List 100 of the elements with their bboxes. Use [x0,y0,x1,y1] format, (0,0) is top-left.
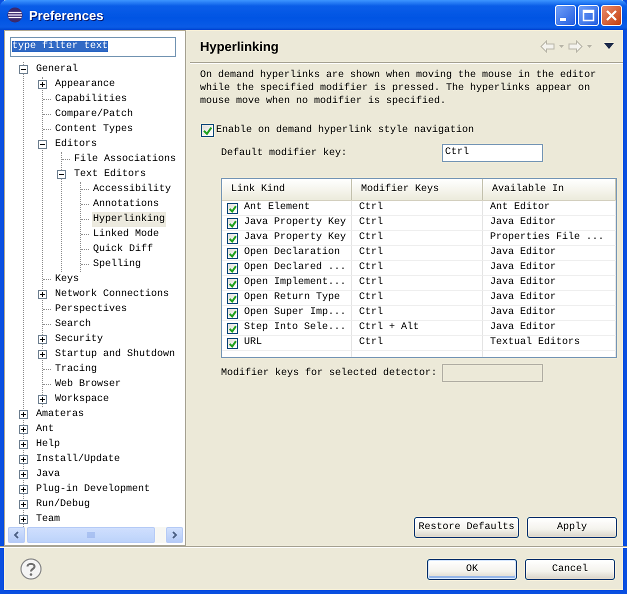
tree-item[interactable]: Startup and Shutdown [54,347,176,362]
table-cell: Open Implement... [244,276,346,290]
tree-item[interactable]: Perspectives [54,302,128,317]
dialog-button[interactable]: Restore Defaults [414,517,519,538]
table-cell: Ctrl [359,201,384,215]
tree-item[interactable]: Content Types [54,122,134,137]
minimize-button[interactable] [555,4,576,26]
tree-item[interactable]: Help [35,437,62,452]
checkbox[interactable] [227,262,238,274]
table-cell: Java Editor [490,261,556,275]
tree-item[interactable]: General [35,62,80,77]
tree-item[interactable]: Tracing [54,362,98,377]
table-cell: Ctrl [359,306,384,320]
description-text: On demand hyperlinks are shown when moving the mouse in the editor while the specified modifier is pressed. The hyperlinks appear on mouse move when no modifier is specified. [200,69,598,108]
table-cell: Java Property Key [244,231,346,245]
tree-item[interactable]: Run/Debug [35,497,92,512]
checkbox[interactable] [227,232,238,244]
tree-item[interactable]: Java [35,467,62,482]
column-header[interactable]: Modifier Keys [352,179,483,200]
tree-item[interactable]: Ant [35,422,56,437]
table-cell: Ctrl [359,336,384,350]
horizontal-scrollbar[interactable] [8,527,183,543]
collapse-icon[interactable] [57,170,66,179]
table-cell: Ant Editor [490,201,550,215]
table-cell: Textual Editors [490,336,580,350]
tree-item[interactable]: Hyperlinking [92,212,166,227]
tree-item[interactable]: Quick Diff [92,242,154,257]
checkbox[interactable] [227,308,238,318]
tree-item[interactable]: Plug-in Development [35,482,152,497]
checkbox[interactable] [227,278,238,288]
tree-item[interactable]: File Associations [73,152,178,167]
maximize-button[interactable] [578,4,599,26]
checkbox[interactable] [201,124,214,137]
tree-item[interactable]: Keys [54,272,80,287]
help-icon[interactable] [20,558,42,580]
expand-icon[interactable] [38,290,47,299]
collapse-icon[interactable] [19,65,28,74]
expand-icon[interactable] [19,470,28,479]
column-header[interactable]: Available In [483,179,616,200]
scroll-right-button[interactable] [166,527,183,543]
expand-icon[interactable] [38,350,47,359]
checkbox[interactable] [227,248,238,258]
dialog-button[interactable]: Apply [527,517,617,538]
checkbox[interactable] [227,202,238,214]
minimize-icon [560,18,566,21]
expand-icon[interactable] [19,500,28,509]
table-cell: Java Editor [490,321,556,335]
collapse-icon[interactable] [38,140,47,149]
tree-item[interactable]: Linked Mode [92,227,160,242]
tree-item[interactable]: Workspace [54,392,110,407]
table-cell: Java Property Key [244,216,346,230]
table-cell: Java Editor [490,276,556,290]
modifier-key-field[interactable]: Ctrl [442,144,543,162]
table-cell: Java Editor [490,306,556,320]
expand-icon[interactable] [38,335,47,344]
tree-item[interactable]: Web Browser [54,377,122,392]
dialog-button[interactable]: OK [427,558,517,580]
column-header[interactable]: Link Kind [222,179,352,200]
tree-item[interactable]: Search [54,317,92,332]
table-cell: Open Declared ... [244,261,346,275]
table-cell: Java Editor [490,216,556,230]
menu-icon[interactable] [604,43,614,49]
tree-item[interactable]: Network Connections [54,287,170,302]
tree-item[interactable]: Appearance [54,77,116,92]
tree-item[interactable]: Accessibility [92,182,172,197]
close-button[interactable] [601,4,622,26]
tree-item[interactable]: Spelling [92,257,142,272]
table-cell: Step Into Sele... [244,321,346,335]
table-cell: Ctrl [359,216,384,230]
table-cell: Open Super Imp... [244,306,346,320]
table-cell: Ctrl [359,261,384,275]
field-label: Default modifier key: [221,148,348,158]
tree-item[interactable]: Capabilities [54,92,128,107]
expand-icon[interactable] [19,425,28,434]
checkbox[interactable] [227,322,238,334]
dialog-button[interactable]: Cancel [525,558,615,580]
expand-icon[interactable] [19,455,28,464]
tree-item[interactable]: Editors [54,137,98,152]
checkbox[interactable] [227,338,238,348]
checkbox[interactable] [227,292,238,304]
tree-item[interactable]: Team [35,512,62,527]
tree-item[interactable]: Security [54,332,104,347]
expand-icon[interactable] [19,440,28,449]
tree-item[interactable]: Text Editors [73,167,148,182]
expand-icon[interactable] [38,80,47,89]
page-title: Hyperlinking [200,38,280,54]
link-table[interactable] [221,178,617,358]
expand-icon[interactable] [38,395,47,404]
tree-item[interactable]: Annotations [92,197,160,212]
checkbox[interactable] [227,218,238,228]
tree-item[interactable]: Compare/Patch [54,107,134,122]
scroll-thumb[interactable] [27,527,155,543]
tree-item[interactable]: Amateras [35,407,86,422]
scroll-left-button[interactable] [8,527,25,543]
expand-icon[interactable] [19,410,28,419]
table-cell: Properties File ... [490,231,604,245]
tree-item[interactable]: Install/Update [35,452,122,467]
filter-field[interactable]: type filter text [10,37,176,57]
expand-icon[interactable] [19,485,28,494]
expand-icon[interactable] [19,515,28,524]
